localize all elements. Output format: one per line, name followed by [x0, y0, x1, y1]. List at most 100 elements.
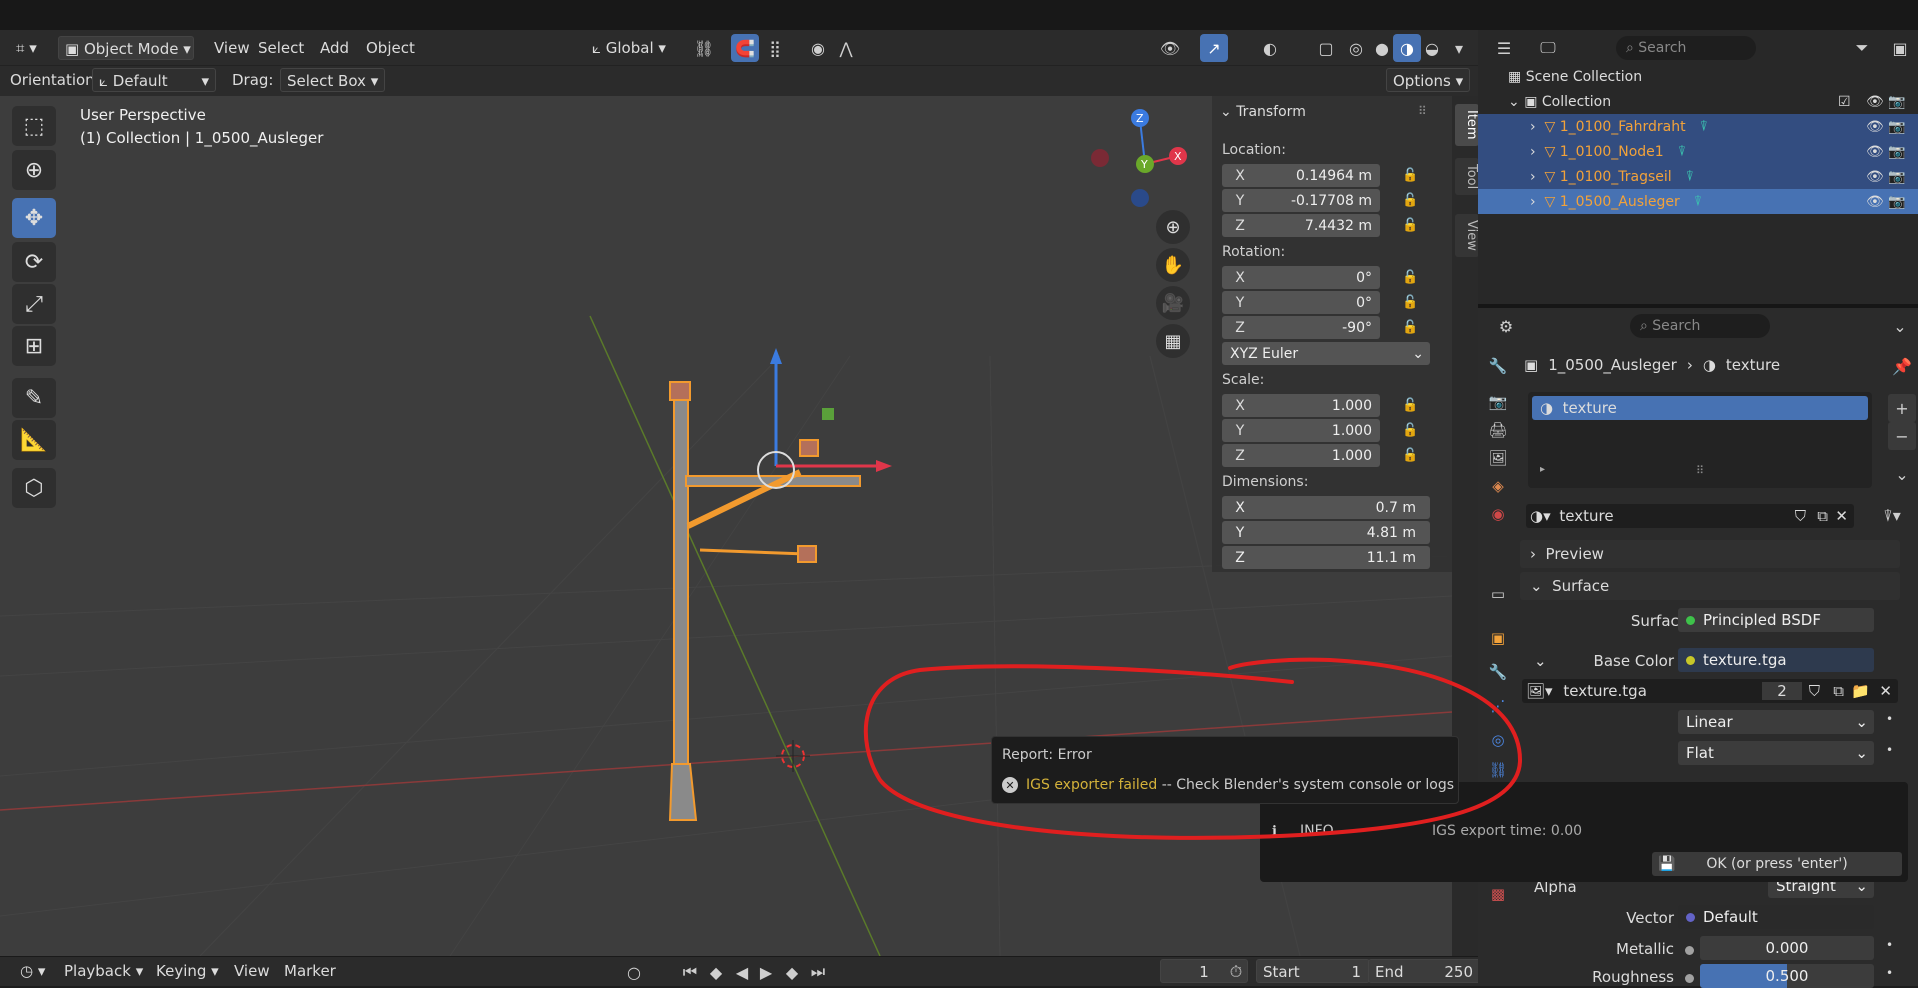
falloff-icon[interactable]: ⋀	[832, 34, 860, 62]
visibility-icon[interactable]: 👁	[1156, 34, 1184, 62]
object-tab-icon[interactable]: ▣	[1484, 624, 1512, 652]
image-name-field[interactable]: texture.tga	[1563, 682, 1647, 700]
keyframe-dot-icon[interactable]: •	[1886, 966, 1893, 980]
eye-icon[interactable]: 👁	[1866, 144, 1884, 160]
drag-dropdown[interactable]: Select Box ▾	[280, 68, 386, 92]
add-slot-icon[interactable]: +	[1888, 394, 1916, 422]
move-tool-button[interactable]: ✥	[12, 198, 56, 238]
transform-panel-header[interactable]: ⌄ Transform	[1220, 104, 1306, 120]
keyframe-dot-icon[interactable]: •	[1886, 938, 1893, 952]
lock-icon[interactable]: 🔓	[1402, 423, 1418, 438]
wireframe-icon[interactable]: ◎	[1342, 34, 1370, 62]
mesh-data-icon[interactable]: ⍒	[1686, 169, 1694, 185]
perspective-toggle-button[interactable]: ▦	[1156, 324, 1190, 358]
proportional-edit-icon[interactable]: ◉	[804, 34, 832, 62]
menu-add[interactable]: Add	[314, 36, 355, 60]
chevron-down-icon[interactable]: ⌄	[1534, 652, 1547, 670]
resize-handle-icon[interactable]: ⠿	[1696, 464, 1704, 477]
gizmo-handle-plane[interactable]	[822, 408, 834, 420]
menu-view[interactable]: View	[208, 36, 256, 60]
fake-user-shield-icon[interactable]: ⛉	[1795, 507, 1806, 525]
eye-icon[interactable]: 👁	[1866, 169, 1884, 185]
dimensions-z-field[interactable]: Z 11.1 m	[1222, 546, 1430, 569]
collection-tab-icon[interactable]: ▭	[1484, 580, 1512, 608]
menu-object[interactable]: Object	[360, 36, 421, 60]
mesh-data-icon[interactable]: ⍒	[1678, 144, 1686, 160]
chevron-down-icon[interactable]: ⌄	[1886, 312, 1914, 340]
shading-dropdown-icon[interactable]: ▾	[1445, 34, 1473, 62]
output-tab-icon[interactable]: 🖨	[1484, 416, 1512, 444]
move-gizmo-x-arrow[interactable]	[876, 460, 892, 472]
location-z-field[interactable]: Z 7.4432 m	[1222, 214, 1380, 237]
editor-type-button[interactable]: ⌗ ▾	[10, 36, 43, 60]
tab-view[interactable]: View	[1455, 214, 1479, 257]
pivot-icon[interactable]: ⛓	[690, 34, 718, 62]
duplicate-icon[interactable]: ⧉	[1833, 682, 1844, 700]
stopwatch-icon[interactable]: ⏱	[1222, 958, 1250, 986]
eye-icon[interactable]: 👁	[1866, 119, 1884, 135]
menu-marker[interactable]: Marker	[278, 959, 342, 983]
prev-keyframe-icon[interactable]: ◆	[702, 958, 730, 986]
vector-field[interactable]: Default	[1678, 905, 1874, 929]
next-keyframe-icon[interactable]: ◆	[778, 958, 806, 986]
outliner-object-row-active[interactable]: › ▽ 1_0500_Ausleger ⍒ 👁 📷	[1478, 189, 1918, 214]
slot-specials-icon[interactable]: ⌄	[1888, 460, 1916, 488]
select-tool-button[interactable]: ⬚	[12, 106, 56, 146]
material-selector[interactable]: ◑▾ texture ⛉ ⧉ ✕	[1526, 504, 1854, 528]
rotate-tool-button[interactable]: ⟳	[12, 242, 56, 282]
pin-icon[interactable]: 📌	[1888, 352, 1916, 380]
checkbox-icon[interactable]: ☑	[1838, 94, 1851, 110]
start-frame-field[interactable]: Start 1	[1256, 959, 1370, 983]
preview-panel-header[interactable]: › Preview	[1520, 540, 1900, 568]
jump-start-icon[interactable]: ⏮	[676, 958, 704, 986]
dimensions-x-field[interactable]: X 0.7 m	[1222, 496, 1430, 519]
transform-tool-button[interactable]: ⊞	[12, 326, 56, 366]
outliner-object-row[interactable]: › ▽ 1_0100_Node1 ⍒ 👁 📷	[1478, 139, 1918, 164]
projection-dropdown[interactable]: Flat ⌄	[1678, 741, 1874, 765]
unlink-icon[interactable]: ✕	[1879, 682, 1892, 700]
play-icon[interactable]: ▶	[752, 958, 780, 986]
expand-arrow-icon[interactable]: ▸	[1540, 464, 1545, 475]
keyframe-dot-icon[interactable]: •	[1886, 712, 1893, 726]
tab-item[interactable]: Item	[1455, 104, 1479, 146]
surface-shader-field[interactable]: Principled BSDF	[1678, 608, 1874, 632]
particles-tab-icon[interactable]: ⋰	[1484, 692, 1512, 720]
jump-end-icon[interactable]: ⏭	[804, 958, 832, 986]
snap-icon[interactable]: 🧲	[731, 34, 759, 62]
lock-icon[interactable]: 🔓	[1402, 398, 1418, 413]
display-mode-icon[interactable]: 🖵	[1534, 34, 1562, 62]
ok-button[interactable]: 💾 OK (or press 'enter')	[1652, 852, 1902, 876]
rotation-y-field[interactable]: Y 0°	[1222, 291, 1380, 314]
base-color-field[interactable]: texture.tga	[1678, 648, 1874, 672]
lock-icon[interactable]: 🔓	[1402, 448, 1418, 463]
scale-z-field[interactable]: Z 1.000	[1222, 444, 1380, 467]
zoom-button[interactable]: ⊕	[1156, 210, 1190, 244]
material-slot-item[interactable]: ◑ texture	[1532, 396, 1868, 420]
end-frame-field[interactable]: End 250	[1368, 959, 1482, 983]
menu-keying[interactable]: Keying ▾	[150, 959, 225, 983]
camera-render-icon[interactable]: 📷	[1888, 119, 1905, 135]
xray-icon[interactable]: ▢	[1312, 34, 1340, 62]
mesh-data-icon[interactable]: ⍒	[1694, 194, 1702, 210]
pan-button[interactable]: ✋	[1156, 248, 1190, 282]
modifier-tab-icon[interactable]: 🔧	[1484, 658, 1512, 686]
camera-button[interactable]: 🎥	[1156, 286, 1190, 320]
surface-panel-header[interactable]: ⌄ Surface	[1520, 572, 1900, 600]
rotation-z-field[interactable]: Z -90°	[1222, 316, 1380, 339]
location-y-field[interactable]: Y -0.17708 m	[1222, 189, 1380, 212]
lock-icon[interactable]: 🔓	[1402, 295, 1418, 310]
camera-render-icon[interactable]: 📷	[1888, 144, 1905, 160]
drag-handle-icon[interactable]: ⠿	[1418, 104, 1427, 118]
annotate-tool-button[interactable]: ✎	[12, 378, 56, 418]
menu-playback[interactable]: Playback ▾	[58, 959, 149, 983]
rotation-mode-dropdown[interactable]: XYZ Euler ⌄	[1222, 342, 1430, 365]
camera-render-icon[interactable]: 📷	[1888, 169, 1905, 185]
remove-slot-icon[interactable]: −	[1888, 422, 1916, 450]
keyframe-dot-icon[interactable]: •	[1886, 743, 1893, 757]
camera-render-icon[interactable]: 📷	[1888, 94, 1905, 110]
new-collection-icon[interactable]: ▣	[1886, 34, 1914, 62]
rotation-x-field[interactable]: X 0°	[1222, 266, 1380, 289]
image-selector[interactable]: 🖼▾ texture.tga 2 ⛉ ⧉ 📁 ✕	[1522, 679, 1898, 703]
transform-orientation-dropdown[interactable]: ⟀ Global ▾	[586, 36, 672, 60]
orientation-dropdown[interactable]: ⟀ Default ▾	[92, 68, 216, 92]
